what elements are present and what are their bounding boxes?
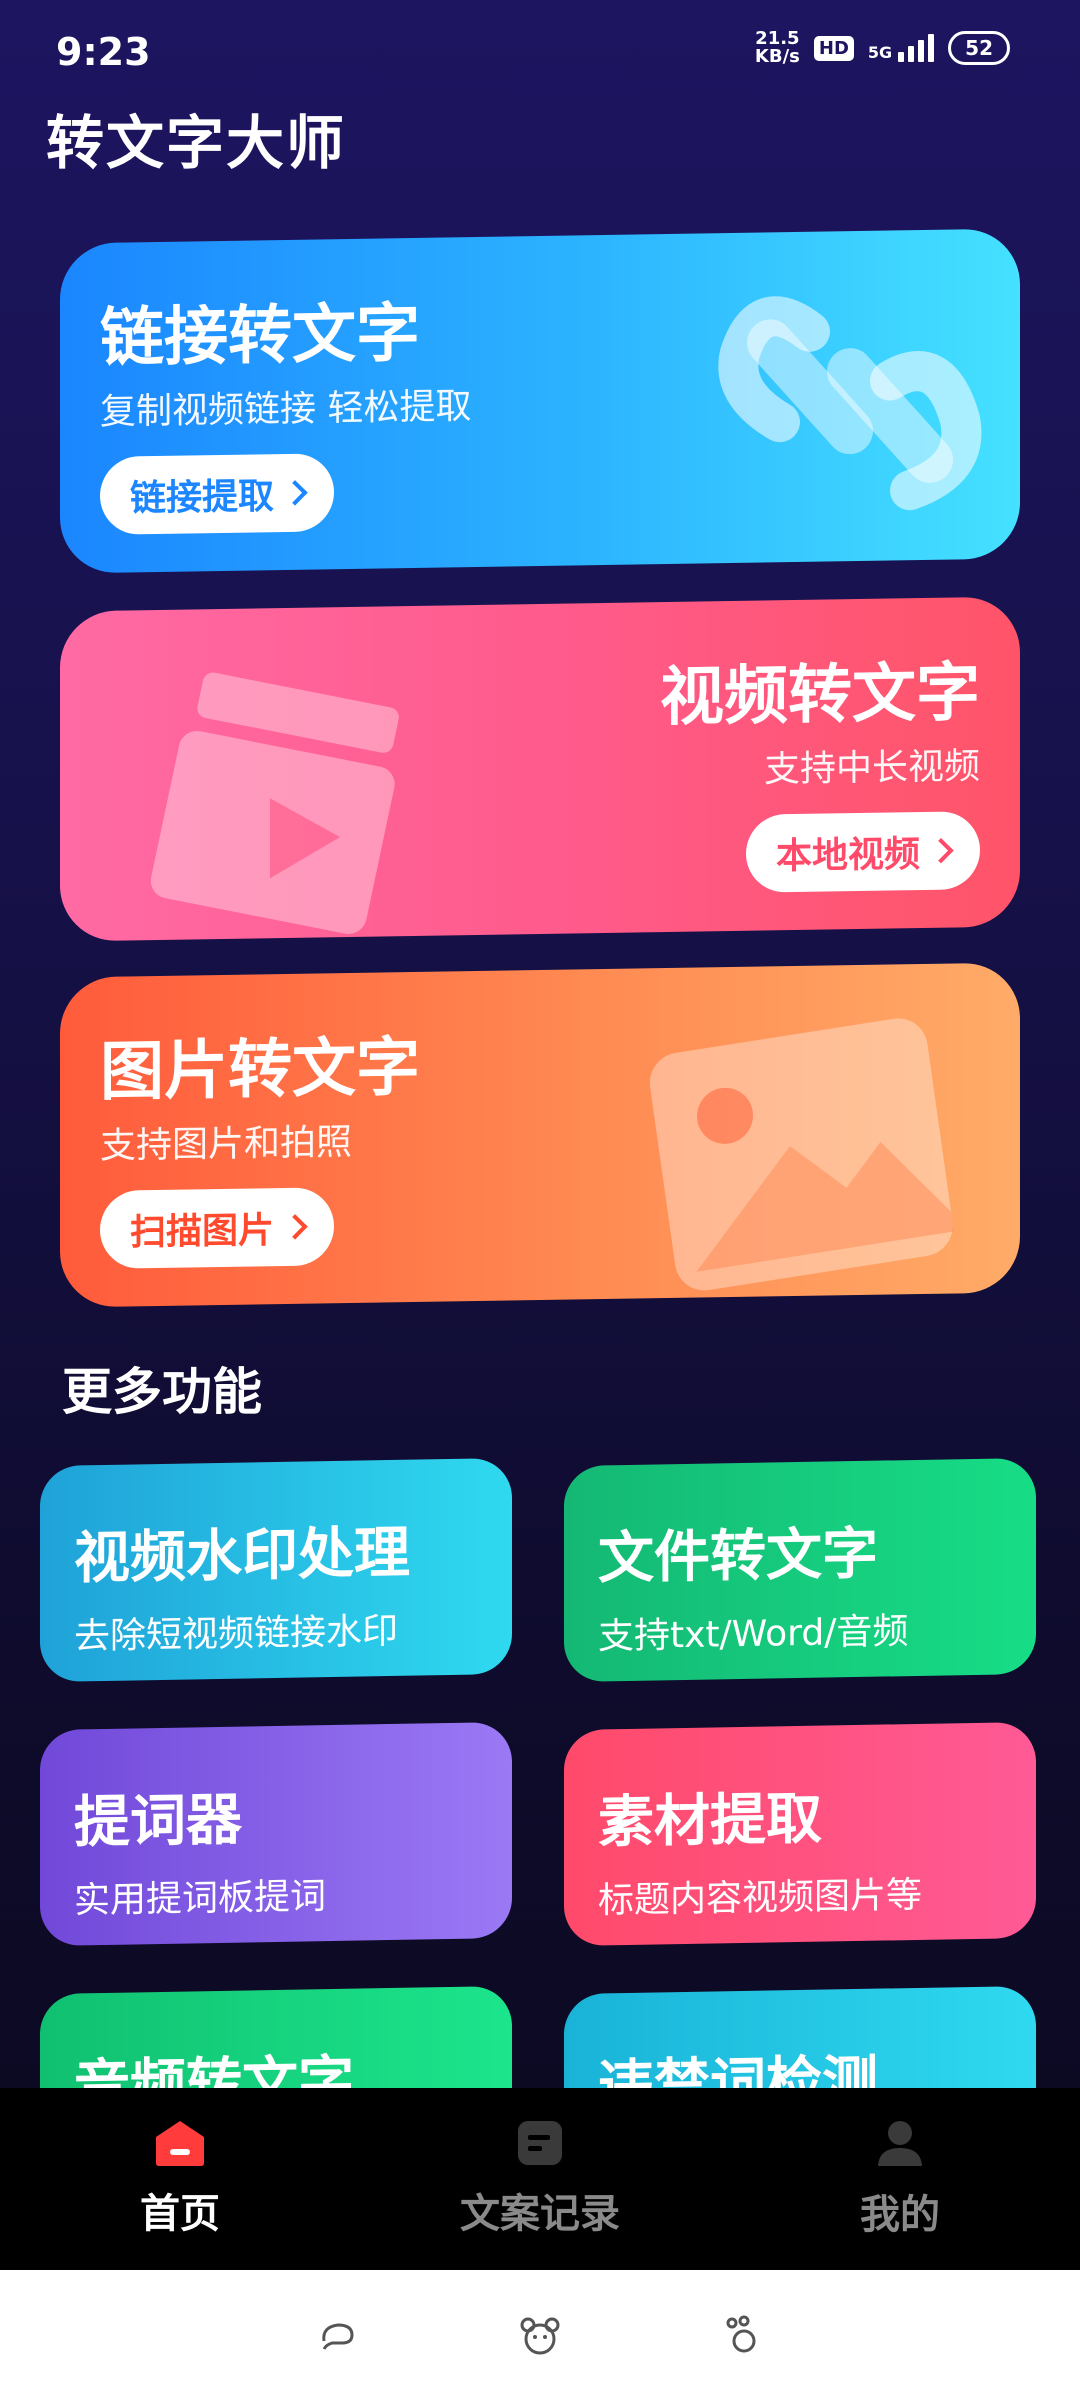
video-to-text-card[interactable]: 视频转文字 支持中长视频 本地视频 bbox=[60, 596, 1020, 942]
chevron-right-icon bbox=[928, 837, 954, 864]
bottom-nav: 首页 文案记录 我的 bbox=[0, 2088, 1080, 2270]
card-title: 链接转文字 bbox=[100, 296, 420, 376]
card-title: 视频转文字 bbox=[660, 656, 980, 736]
document-icon bbox=[518, 2121, 562, 2165]
nav-mine[interactable]: 我的 bbox=[760, 2118, 1040, 2240]
chevron-right-icon bbox=[282, 480, 308, 506]
more-features-title: 更多功能 bbox=[62, 1363, 262, 1421]
chevron-right-icon bbox=[282, 1214, 308, 1240]
home-gesture-icon[interactable] bbox=[518, 2315, 562, 2355]
back-gesture-icon[interactable] bbox=[318, 2317, 358, 2353]
card-subtitle: 支持图片和拍照 bbox=[100, 1121, 353, 1167]
link-icon bbox=[718, 296, 982, 511]
hd-icon: HD bbox=[813, 35, 854, 61]
app-title: 转文字大师 bbox=[46, 109, 347, 177]
material-extract-tile[interactable]: 素材提取 标题内容视频图片等 bbox=[564, 1721, 1036, 1947]
local-video-button[interactable]: 本地视频 bbox=[745, 811, 980, 893]
nav-copy-records[interactable]: 文案记录 bbox=[400, 2119, 680, 2239]
file-to-text-tile[interactable]: 文件转文字 支持txt/Word/音频 bbox=[564, 1457, 1036, 1683]
video-watermark-tile[interactable]: 视频水印处理 去除短视频链接水印 bbox=[40, 1457, 512, 1683]
image-to-text-card[interactable]: 图片转文字 支持图片和拍照 扫描图片 bbox=[60, 962, 1020, 1308]
system-nav-bar bbox=[0, 2270, 1080, 2400]
network-speed: 21.5 KB/s bbox=[754, 28, 800, 67]
image-icon bbox=[649, 1018, 954, 1291]
teleprompter-tile[interactable]: 提词器 实用提词板提词 bbox=[40, 1721, 512, 1947]
battery-icon: 52 bbox=[948, 31, 1010, 65]
scan-image-button[interactable]: 扫描图片 bbox=[100, 1187, 335, 1269]
recents-gesture-icon[interactable] bbox=[722, 2315, 762, 2355]
link-extract-button[interactable]: 链接提取 bbox=[100, 453, 335, 535]
user-icon bbox=[878, 2121, 922, 2166]
link-to-text-card[interactable]: 链接转文字 复制视频链接 轻松提取 链接提取 bbox=[60, 228, 1020, 574]
card-subtitle: 复制视频链接 轻松提取 bbox=[100, 386, 472, 433]
home-icon bbox=[156, 2121, 204, 2166]
signal-icon: 5G bbox=[868, 34, 935, 62]
clapperboard-icon bbox=[150, 672, 399, 934]
nav-home[interactable]: 首页 bbox=[40, 2119, 320, 2239]
status-time: 9:23 bbox=[56, 30, 151, 74]
status-indicators: 21.5 KB/s HD 5G 52 bbox=[755, 30, 1010, 66]
card-title: 图片转文字 bbox=[100, 1030, 420, 1110]
card-subtitle: 支持中长视频 bbox=[763, 746, 980, 791]
